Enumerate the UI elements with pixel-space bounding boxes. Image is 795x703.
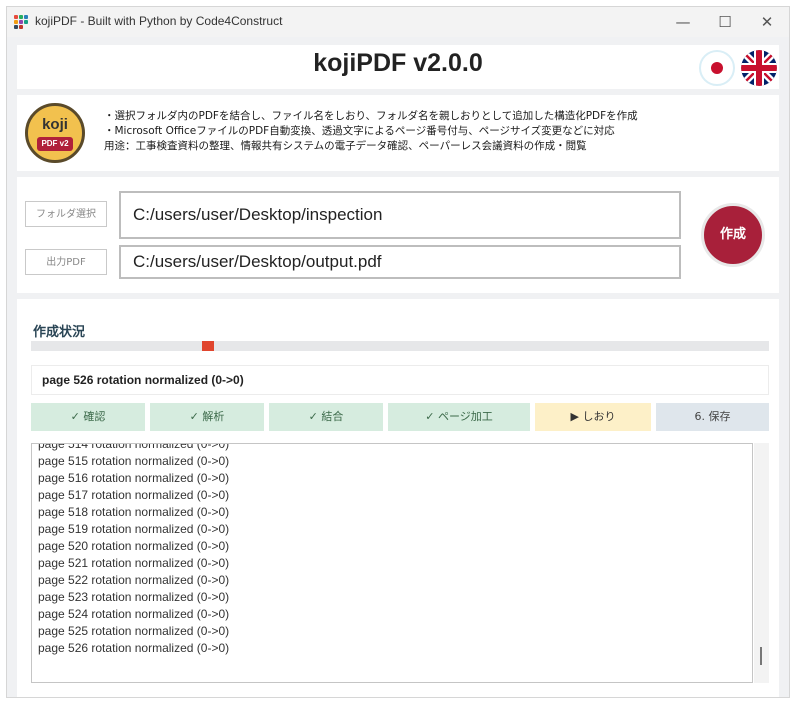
output-pdf-button[interactable]: 出力PDF (25, 249, 107, 275)
progress-bar (31, 341, 769, 351)
status-title: 作成状況 (33, 325, 86, 340)
logo-badge: PDF v2 (37, 137, 73, 151)
create-button[interactable]: 作成 (701, 203, 765, 267)
log-line: page 522 rotation normalized (0->0) (38, 573, 230, 587)
description-line: ・Microsoft OfficeファイルのPDF自動変換、透過文字によるページ… (104, 125, 615, 137)
title-bar: kojiPDF - Built with Python by Code4Cons… (7, 7, 789, 37)
log-line: page 516 rotation normalized (0->0) (38, 471, 230, 485)
step-page-process: ✓ ページ加工 (388, 403, 530, 431)
status-panel: 作成状況 page 526 rotation normalized (0->0)… (17, 299, 779, 697)
folder-path-input[interactable]: C:/users/user/Desktop/inspection (119, 191, 681, 239)
step-analyze: ✓ 解析 (150, 403, 264, 431)
description-text: ・選択フォルダ内のPDFを結合し、ファイル名をしおり、フォルダ名を親しおりとして… (104, 109, 638, 154)
step-save: 6. 保存 (656, 403, 769, 431)
maximize-icon[interactable]: ☐ (705, 11, 745, 33)
log-line: page 519 rotation normalized (0->0) (38, 522, 230, 536)
step-indicator: ✓ 確認 ✓ 解析 ✓ 結合 ✓ ページ加工 ▶ しおり 6. 保存 (31, 403, 769, 431)
log-textarea[interactable]: page 514 rotation normalized (0->0) page … (31, 443, 753, 683)
progress-fill (202, 341, 215, 351)
description-line: ・選択フォルダ内のPDFを結合し、ファイル名をしおり、フォルダ名を親しおりとして… (104, 110, 638, 122)
app-title: kojiPDF v2.0.0 (313, 49, 483, 77)
log-line: page 523 rotation normalized (0->0) (38, 590, 230, 604)
app-icon (14, 15, 28, 29)
window-title: kojiPDF - Built with Python by Code4Cons… (35, 14, 283, 28)
log-scrollbar[interactable] (754, 443, 769, 683)
step-bookmark: ▶ しおり (535, 403, 651, 431)
log-line: page 526 rotation normalized (0->0) (38, 641, 230, 655)
log-line: page 521 rotation normalized (0->0) (38, 556, 230, 570)
description-panel: koji PDF v2 ・選択フォルダ内のPDFを結合し、ファイル名をしおり、フ… (17, 95, 779, 171)
log-lines: page 514 rotation normalized (0->0) page … (38, 443, 230, 657)
minimize-icon[interactable]: — (663, 11, 703, 33)
status-message: page 526 rotation normalized (0->0) (31, 365, 769, 395)
uk-flag-icon[interactable] (741, 50, 777, 86)
log-line: page 524 rotation normalized (0->0) (38, 607, 230, 621)
log-line: page 525 rotation normalized (0->0) (38, 624, 230, 638)
log-line: page 517 rotation normalized (0->0) (38, 488, 230, 502)
log-line: page 514 rotation normalized (0->0) (38, 443, 230, 451)
log-line: page 515 rotation normalized (0->0) (38, 454, 230, 468)
folder-select-button[interactable]: フォルダ選択 (25, 201, 107, 227)
step-check: ✓ 確認 (31, 403, 145, 431)
app-window: kojiPDF - Built with Python by Code4Cons… (6, 6, 790, 698)
scrollbar-thumb[interactable] (760, 647, 762, 665)
file-selection-panel: フォルダ選択 C:/users/user/Desktop/inspection … (17, 177, 779, 293)
close-icon[interactable]: ✕ (747, 11, 787, 33)
log-line: page 518 rotation normalized (0->0) (38, 505, 230, 519)
kojipdf-logo: koji PDF v2 (25, 103, 85, 163)
logo-text: koji (42, 116, 68, 133)
description-line: 用途：工事検査資料の整理、情報共有システムの電子データ確認、ペーパーレス会議資料… (104, 140, 587, 152)
step-merge: ✓ 結合 (269, 403, 383, 431)
log-line: page 520 rotation normalized (0->0) (38, 539, 230, 553)
header-panel: kojiPDF v2.0.0 (17, 45, 779, 89)
output-path-input[interactable]: C:/users/user/Desktop/output.pdf (119, 245, 681, 279)
japan-flag-icon[interactable] (699, 50, 735, 86)
